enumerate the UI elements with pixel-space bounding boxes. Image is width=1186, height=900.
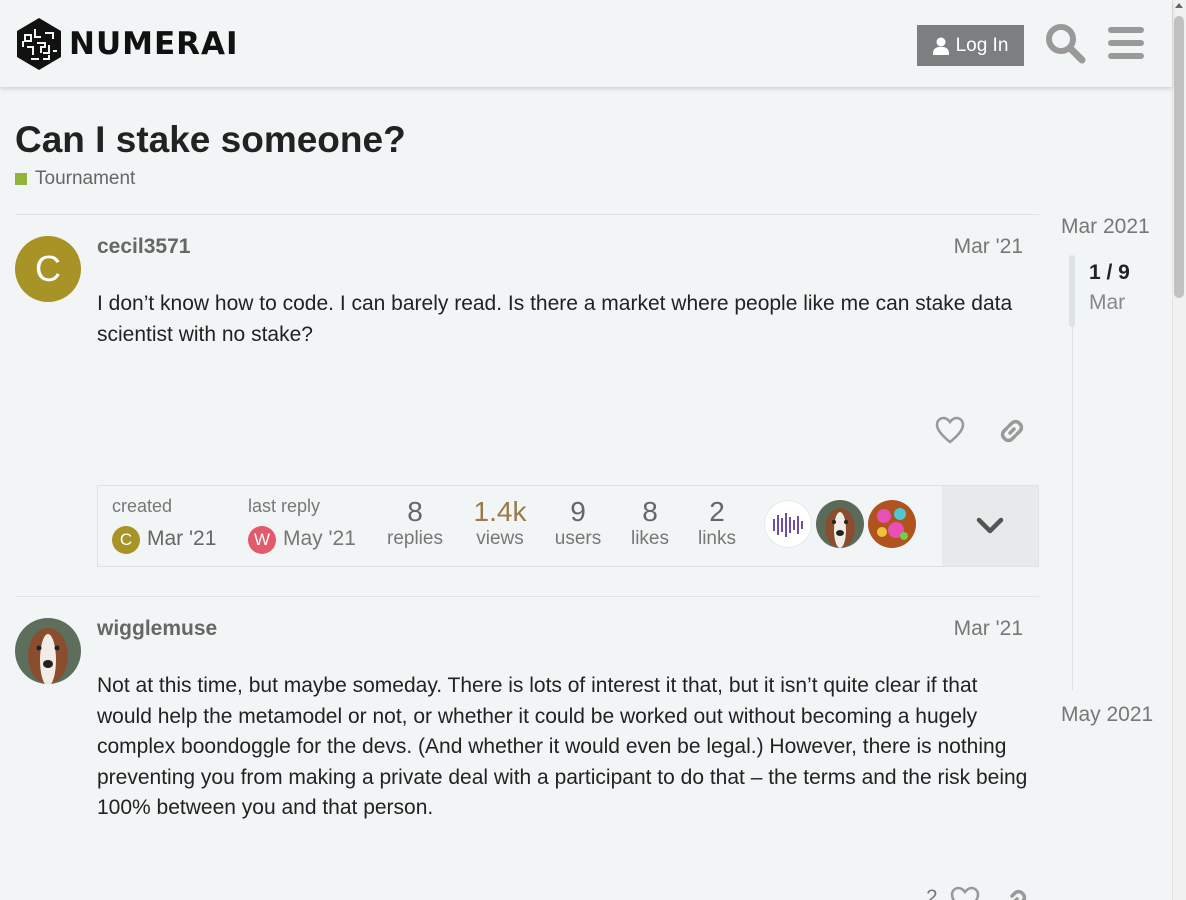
links-label: links bbox=[697, 528, 736, 549]
divider bbox=[15, 596, 1039, 597]
creator-avatar-letter: C bbox=[119, 530, 133, 549]
topic-title[interactable]: Can I stake someone? bbox=[15, 119, 406, 161]
link-icon bbox=[1010, 889, 1027, 900]
site-header: NUMERAI Log In bbox=[0, 0, 1172, 87]
users-stat: 9 users bbox=[553, 496, 603, 550]
hamburger-menu-icon[interactable] bbox=[1108, 27, 1144, 64]
topic-map: created C Mar '21 last reply W May '21 8… bbox=[97, 485, 1039, 567]
post-username[interactable]: wigglemuse bbox=[97, 617, 217, 641]
participant-avatar[interactable] bbox=[764, 500, 812, 548]
scroll-up-arrow-icon[interactable] bbox=[1175, 3, 1183, 8]
logo-text: NUMERAI bbox=[69, 26, 239, 62]
dog-avatar-icon bbox=[15, 618, 81, 684]
post-body: Not at this time, but maybe someday. The… bbox=[97, 674, 1028, 819]
chevron-down-icon bbox=[976, 517, 1004, 534]
user-icon bbox=[932, 37, 949, 55]
avatar[interactable]: C bbox=[15, 236, 81, 302]
divider bbox=[15, 214, 1039, 215]
search-icon[interactable] bbox=[1044, 22, 1086, 69]
last-reply-date: May '21 bbox=[283, 527, 356, 550]
last-reply-label: last reply bbox=[248, 496, 321, 516]
like-button[interactable] bbox=[950, 886, 980, 900]
likes-stat: 8 likes bbox=[625, 496, 675, 550]
users-label: users bbox=[554, 528, 602, 549]
timeline-start-date[interactable]: Mar 2021 bbox=[1061, 215, 1150, 239]
share-link-button[interactable] bbox=[997, 416, 1027, 451]
last-reply-stat[interactable]: last reply bbox=[248, 496, 320, 517]
post-username[interactable]: cecil3571 bbox=[97, 235, 190, 259]
likes-label: likes bbox=[630, 528, 669, 549]
links-stat[interactable]: 2 links bbox=[692, 496, 742, 550]
participant-avatar[interactable] bbox=[868, 500, 916, 548]
category-badge[interactable]: Tournament bbox=[15, 168, 135, 190]
likes-count: 8 bbox=[642, 496, 658, 527]
timeline-handle[interactable] bbox=[1069, 255, 1075, 327]
site-logo[interactable]: NUMERAI bbox=[15, 17, 239, 71]
category-color-square bbox=[15, 173, 27, 185]
replies-count: 8 bbox=[407, 496, 423, 527]
created-date: Mar '21 bbox=[147, 527, 217, 550]
heart-icon bbox=[950, 886, 980, 900]
views-count: 1.4k bbox=[473, 496, 527, 527]
scrollbar-thumb[interactable] bbox=[1174, 16, 1184, 298]
replies-stat: 8 replies bbox=[383, 496, 447, 550]
last-reply-avatar-letter: W bbox=[253, 530, 271, 549]
timeline-current-date: Mar bbox=[1089, 291, 1126, 314]
post-body: I don’t know how to code. I can barely r… bbox=[97, 292, 1013, 346]
timeline-end-date[interactable]: May 2021 bbox=[1061, 703, 1153, 727]
views-stat: 1.4k views bbox=[468, 496, 532, 550]
replies-label: replies bbox=[387, 528, 443, 549]
participant-avatar[interactable] bbox=[816, 500, 864, 548]
dog-avatar-icon bbox=[816, 500, 864, 548]
timeline-position: 1 / 9 bbox=[1089, 261, 1130, 284]
created-stat[interactable]: created bbox=[112, 496, 172, 517]
login-label: Log In bbox=[955, 34, 1009, 56]
views-label: views bbox=[476, 528, 524, 549]
link-icon bbox=[1000, 419, 1024, 443]
creator-avatar[interactable]: C bbox=[112, 526, 140, 554]
like-count[interactable]: 2 bbox=[926, 886, 938, 900]
login-button[interactable]: Log In bbox=[917, 25, 1024, 66]
links-count: 2 bbox=[709, 496, 725, 527]
heart-icon bbox=[935, 416, 965, 444]
avatar[interactable] bbox=[15, 618, 81, 684]
users-count: 9 bbox=[570, 496, 586, 527]
like-button[interactable] bbox=[935, 416, 965, 449]
topic-map-expand-button[interactable] bbox=[942, 486, 1038, 566]
colorful-avatar-icon bbox=[868, 500, 916, 548]
audio-wave-avatar-icon bbox=[773, 513, 803, 537]
post-date[interactable]: Mar '21 bbox=[954, 235, 1023, 259]
avatar-letter: C bbox=[35, 248, 61, 289]
share-link-button[interactable] bbox=[1000, 886, 1030, 900]
category-name: Tournament bbox=[35, 168, 136, 189]
post-date[interactable]: Mar '21 bbox=[954, 617, 1023, 641]
last-reply-avatar[interactable]: W bbox=[248, 526, 276, 554]
created-label: created bbox=[112, 496, 173, 516]
numerai-logo-icon bbox=[17, 18, 61, 70]
